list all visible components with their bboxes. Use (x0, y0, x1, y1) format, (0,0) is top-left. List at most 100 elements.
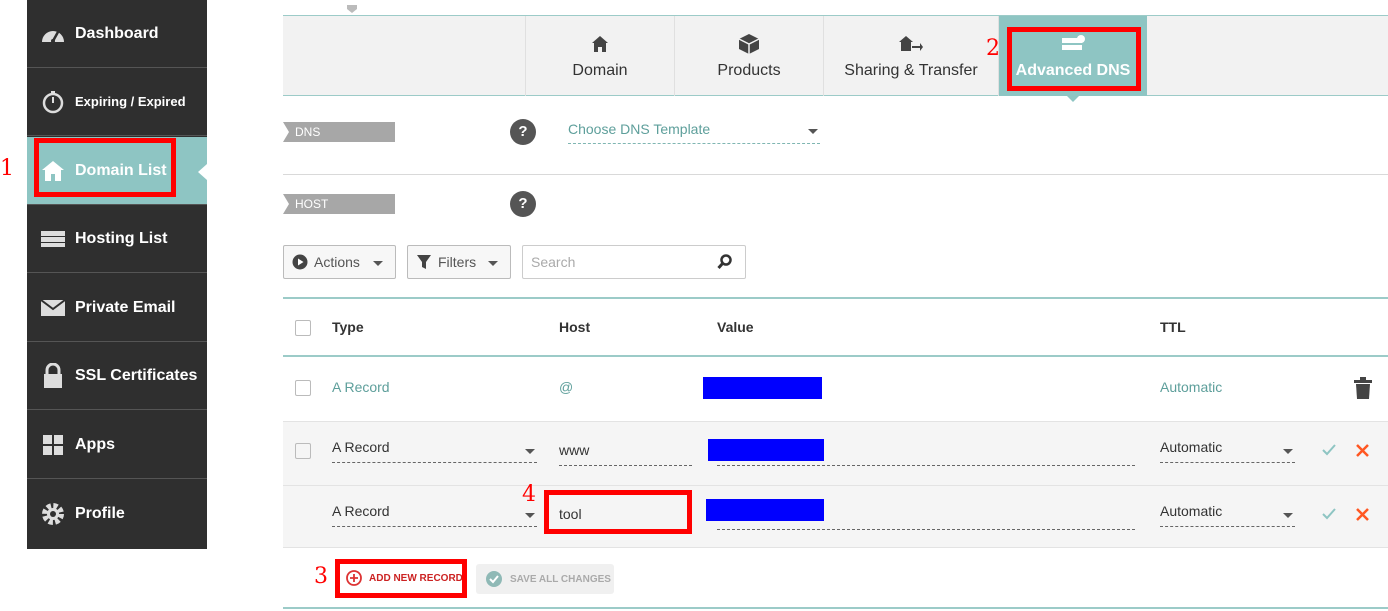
sidebar: Dashboard Expiring / Expired Domain List… (27, 0, 207, 549)
value-input[interactable] (708, 439, 1135, 466)
sidebar-item-label: Expiring / Expired (75, 94, 186, 109)
header-type: Type (332, 319, 364, 335)
row-checkbox[interactable] (295, 443, 311, 459)
tab-label: Sharing & Transfer (844, 62, 978, 79)
sidebar-item-expiring[interactable]: Expiring / Expired (27, 68, 207, 136)
sidebar-item-hosting-list[interactable]: Hosting List (27, 205, 207, 273)
header-host: Host (559, 319, 591, 335)
annotation-box-advanced-dns (1007, 27, 1141, 91)
section-divider (283, 174, 1388, 175)
box-icon (738, 32, 760, 56)
sidebar-item-label: Apps (75, 435, 115, 453)
header-ttl: TTL (1160, 319, 1186, 335)
filters-dropdown[interactable]: Filters (407, 245, 511, 279)
top-partial-icon (345, 0, 359, 13)
table-row: A Record @ Automatic (283, 358, 1388, 422)
tab-label: Domain (572, 62, 628, 79)
select-all-checkbox[interactable] (295, 320, 311, 336)
ttl-value: Automatic (1160, 503, 1223, 519)
chevron-down-icon (1283, 513, 1293, 518)
sidebar-item-label: SSL Certificates (75, 366, 198, 384)
home-icon (591, 32, 609, 56)
table-row: A Record tool Automatic (283, 486, 1388, 548)
apps-grid-icon (39, 433, 67, 457)
speedometer-icon (39, 22, 67, 46)
save-all-changes-button[interactable]: SAVE ALL CHANGES (476, 564, 614, 594)
actions-label: Actions (314, 254, 360, 270)
host-input[interactable]: www (559, 442, 692, 466)
annotation-box-domain-list (34, 138, 176, 197)
tab-products[interactable]: Products (674, 16, 823, 96)
annotation-number-2: 2 (986, 36, 1000, 61)
envelope-icon (39, 296, 67, 320)
tab-domain[interactable]: Domain (525, 16, 674, 96)
actions-dropdown[interactable]: Actions (283, 245, 396, 279)
dns-template-select[interactable]: Choose DNS Template (568, 121, 820, 144)
dns-templates-help-icon[interactable]: ? (510, 119, 536, 145)
search-placeholder: Search (531, 254, 576, 270)
ttl-value: Automatic (1160, 439, 1223, 455)
chevron-down-icon (1283, 449, 1293, 454)
record-ttl[interactable]: Automatic (1160, 379, 1222, 395)
chevron-down-icon (525, 449, 535, 454)
check-icon[interactable] (1322, 444, 1336, 456)
gear-icon (39, 502, 67, 526)
transfer-icon (898, 32, 924, 56)
stopwatch-icon (39, 90, 67, 114)
redacted-value[interactable] (703, 377, 822, 399)
sidebar-item-label: Private Email (75, 298, 176, 316)
record-type-select[interactable]: A Record (332, 503, 537, 527)
table-header: Type Host Value TTL (283, 299, 1388, 357)
lock-icon (39, 362, 67, 388)
close-icon[interactable] (1356, 508, 1369, 521)
row-checkbox[interactable] (295, 380, 311, 396)
play-circle-icon (292, 254, 308, 270)
chevron-down-icon (373, 261, 383, 266)
check-circle-icon (486, 571, 502, 587)
filters-label: Filters (438, 254, 477, 270)
ttl-select[interactable]: Automatic (1160, 439, 1295, 463)
record-type[interactable]: A Record (332, 379, 390, 395)
record-host[interactable]: @ (559, 379, 573, 395)
close-icon[interactable] (1356, 444, 1369, 457)
sidebar-item-profile[interactable]: Profile (27, 480, 207, 548)
host-input-value: www (559, 442, 590, 458)
redacted-value (706, 499, 824, 521)
table-bottom-border (283, 607, 1388, 609)
chevron-down-icon (488, 261, 498, 266)
check-icon[interactable] (1322, 508, 1336, 520)
annotation-number-4: 4 (522, 482, 536, 507)
sidebar-item-ssl-certificates[interactable]: SSL Certificates (27, 342, 207, 410)
host-records-label: HOST RECORDS (283, 194, 395, 231)
chevron-down-icon (808, 129, 818, 134)
sidebar-item-label: Hosting List (75, 229, 168, 247)
save-all-changes-label: SAVE ALL CHANGES (510, 573, 611, 585)
redacted-value (708, 439, 824, 461)
ttl-select[interactable]: Automatic (1160, 503, 1295, 527)
annotation-number-3: 3 (314, 564, 328, 589)
record-type-value: A Record (332, 439, 390, 455)
sidebar-item-label: Profile (75, 505, 125, 522)
host-records-help-icon[interactable]: ? (510, 191, 536, 217)
record-type-value: A Record (332, 503, 390, 519)
record-type-select[interactable]: A Record (332, 439, 537, 463)
annotation-box-host-tool (544, 490, 692, 534)
annotation-number-1: 1 (0, 156, 14, 181)
sidebar-item-apps[interactable]: Apps (27, 411, 207, 479)
dns-templates-label: DNS TEMPLATES (283, 122, 395, 159)
sidebar-item-label: Dashboard (75, 24, 159, 42)
search-input[interactable]: Search (522, 245, 746, 279)
dns-template-select-label: Choose DNS Template (568, 121, 711, 137)
sidebar-item-private-email[interactable]: Private Email (27, 274, 207, 342)
search-icon[interactable] (717, 254, 733, 270)
trash-icon[interactable] (1354, 377, 1372, 399)
value-input[interactable] (706, 499, 1135, 530)
server-icon (39, 227, 67, 251)
sidebar-item-dashboard[interactable]: Dashboard (27, 0, 207, 68)
filter-icon (416, 254, 432, 270)
tab-label: Products (717, 62, 781, 79)
domain-tab-bar: Domain Products Sharing & Transfer Advan… (283, 16, 1388, 102)
tab-sharing-transfer[interactable]: Sharing & Transfer (823, 16, 998, 96)
annotation-box-add-new-record (335, 559, 467, 598)
header-value: Value (717, 319, 754, 335)
